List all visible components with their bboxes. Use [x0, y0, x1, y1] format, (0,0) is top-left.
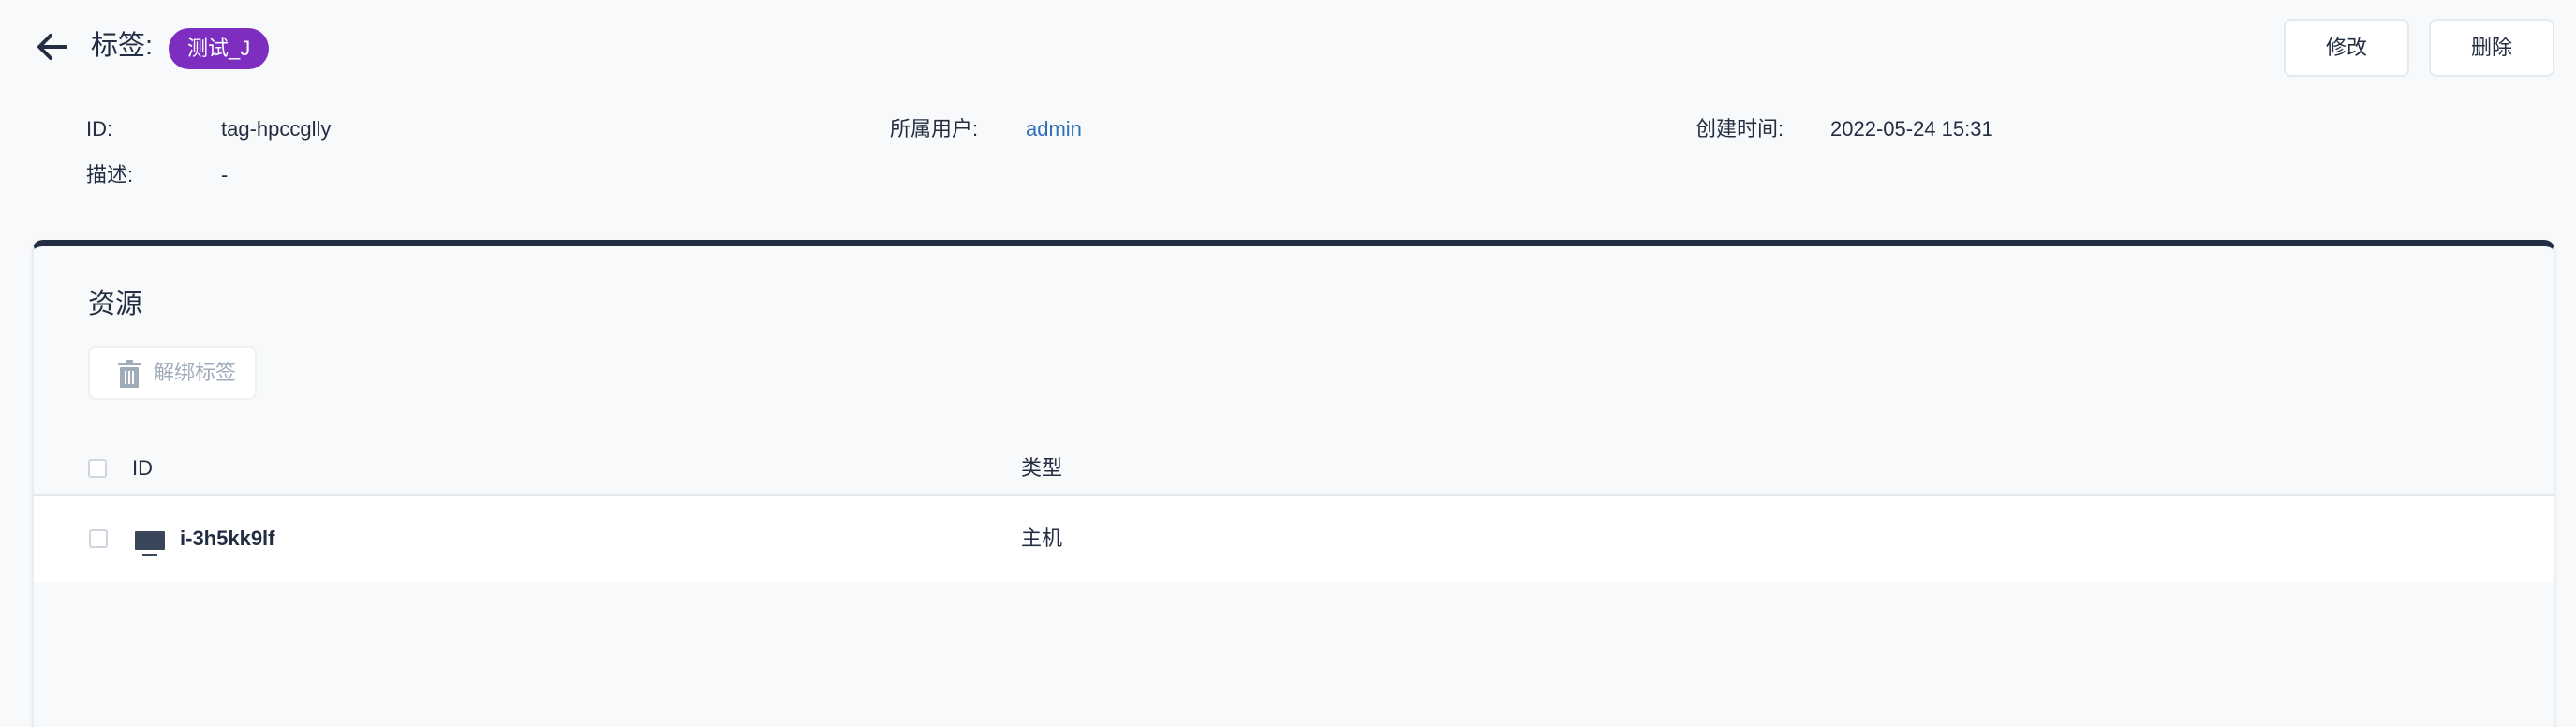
select-all-checkbox[interactable] — [88, 459, 107, 478]
column-header-id: ID — [132, 456, 153, 480]
delete-button[interactable]: 删除 — [2429, 19, 2554, 77]
table-row: i-3h5kk9lf 主机 — [34, 496, 2554, 582]
resource-type: 主机 — [1021, 527, 1063, 550]
unbind-tag-label: 解绑标签 — [154, 361, 237, 384]
created-label: 创建时间: — [1695, 117, 1784, 141]
tag-badge: 测试_J — [169, 28, 270, 69]
edit-button[interactable]: 修改 — [2284, 19, 2409, 77]
description-value: - — [221, 163, 229, 186]
trash-icon — [118, 360, 141, 388]
owner-link[interactable]: admin — [1026, 115, 1082, 143]
arrow-left-icon — [37, 34, 67, 60]
column-header-type: 类型 — [1021, 456, 1063, 480]
created-value: 2022-05-24 15:31 — [1830, 117, 1993, 141]
resources-panel: 资源 解绑标签 ID 类型 i-3h5kk9lf 主机 — [32, 240, 2555, 727]
back-button[interactable] — [34, 28, 71, 66]
unbind-tag-button[interactable]: 解绑标签 — [88, 346, 257, 400]
page-header: 标签: 测试_J 修改 删除 — [0, 0, 2576, 94]
table-header: ID 类型 — [34, 441, 2554, 496]
id-label: ID: — [86, 117, 113, 141]
host-icon — [135, 531, 165, 556]
resources-title: 资源 — [88, 289, 143, 319]
id-value: tag-hpccglly — [221, 117, 332, 141]
description-label: 描述: — [86, 163, 134, 186]
page-title: 标签: — [91, 31, 154, 61]
resource-id-link[interactable]: i-3h5kk9lf — [180, 525, 275, 553]
row-checkbox[interactable] — [89, 529, 108, 548]
owner-label: 所属用户: — [890, 117, 979, 141]
